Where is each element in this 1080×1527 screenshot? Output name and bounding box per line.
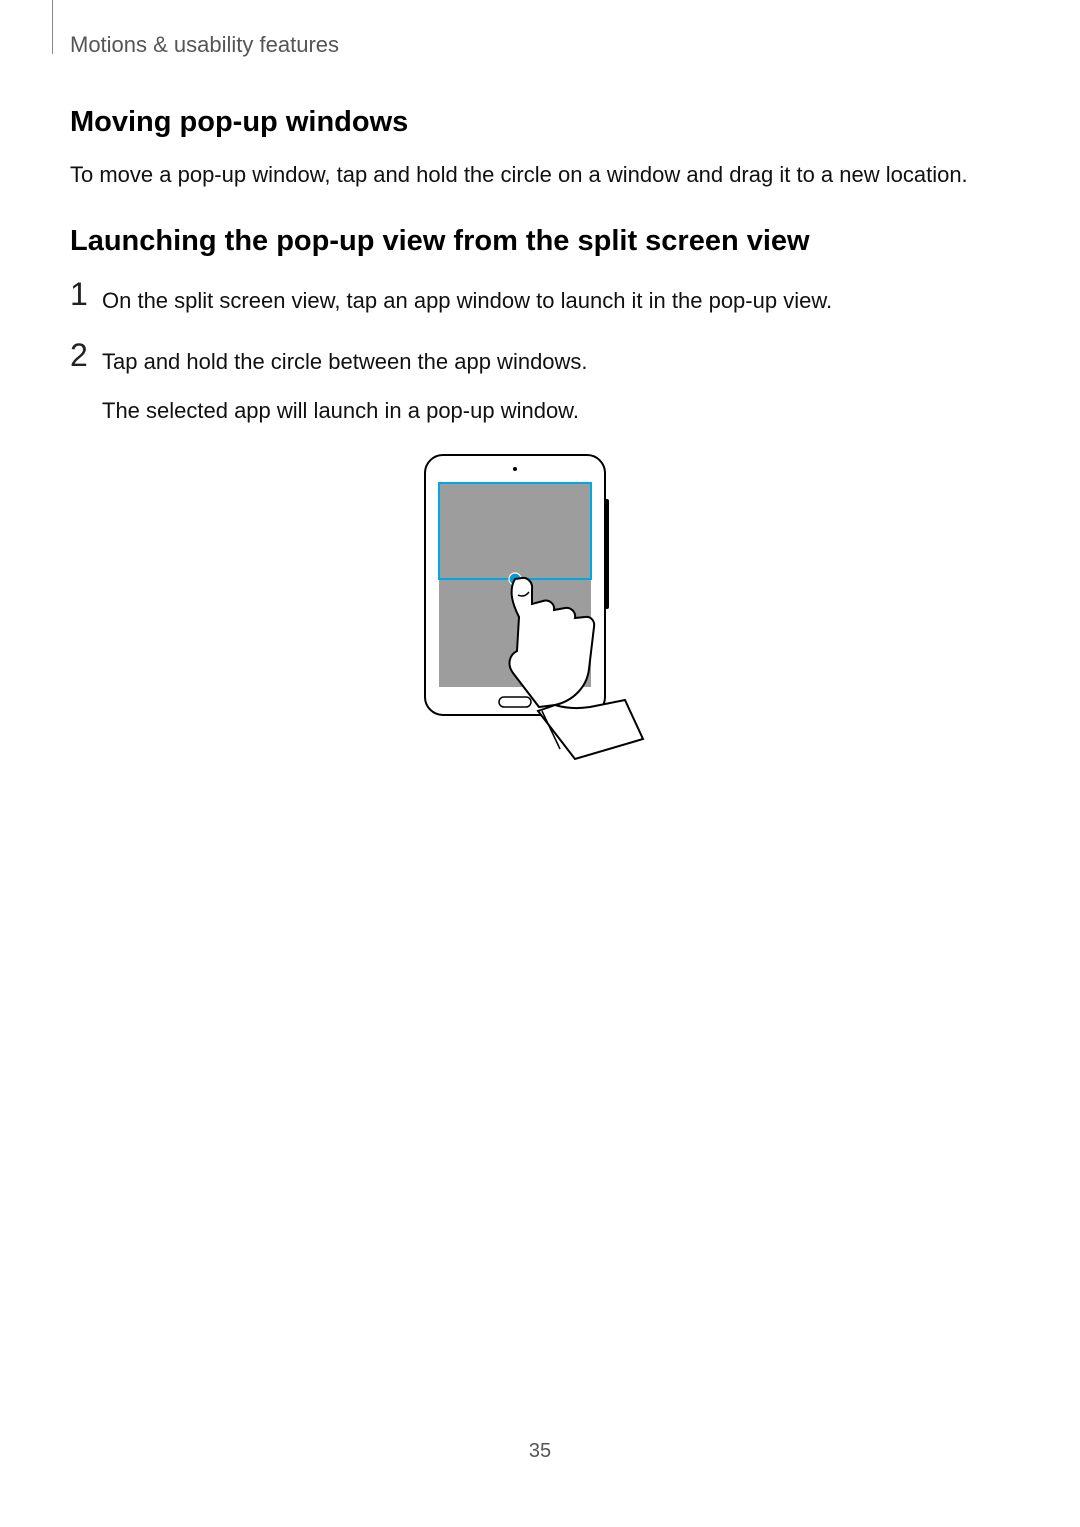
content-area: Moving pop-up windows To move a pop-up w… bbox=[70, 106, 1020, 784]
list-body-2-line2: The selected app will launch in a pop-up… bbox=[102, 394, 1020, 427]
margin-line bbox=[52, 0, 53, 54]
list-item-1: 1 On the split screen view, tap an app w… bbox=[70, 278, 1020, 317]
list-body-1: On the split screen view, tap an app win… bbox=[102, 278, 1020, 317]
illustration-tablet-tap bbox=[70, 449, 1020, 784]
list-body-2: Tap and hold the circle between the app … bbox=[102, 339, 1020, 427]
list-number-2: 2 bbox=[70, 339, 102, 371]
section-header: Motions & usability features bbox=[70, 32, 339, 58]
page-number: 35 bbox=[0, 1440, 1080, 1463]
heading-moving-popup: Moving pop-up windows bbox=[70, 106, 1020, 139]
tablet-tap-svg bbox=[395, 449, 695, 779]
para-moving-popup: To move a pop-up window, tap and hold th… bbox=[70, 159, 1020, 191]
list-body-2-line1: Tap and hold the circle between the app … bbox=[102, 349, 588, 374]
page: Motions & usability features Moving pop-… bbox=[0, 0, 1080, 1527]
numbered-list: 1 On the split screen view, tap an app w… bbox=[70, 278, 1020, 427]
list-item-2: 2 Tap and hold the circle between the ap… bbox=[70, 339, 1020, 427]
heading-launching-popup: Launching the pop-up view from the split… bbox=[70, 225, 1020, 258]
list-number-1: 1 bbox=[70, 278, 102, 310]
